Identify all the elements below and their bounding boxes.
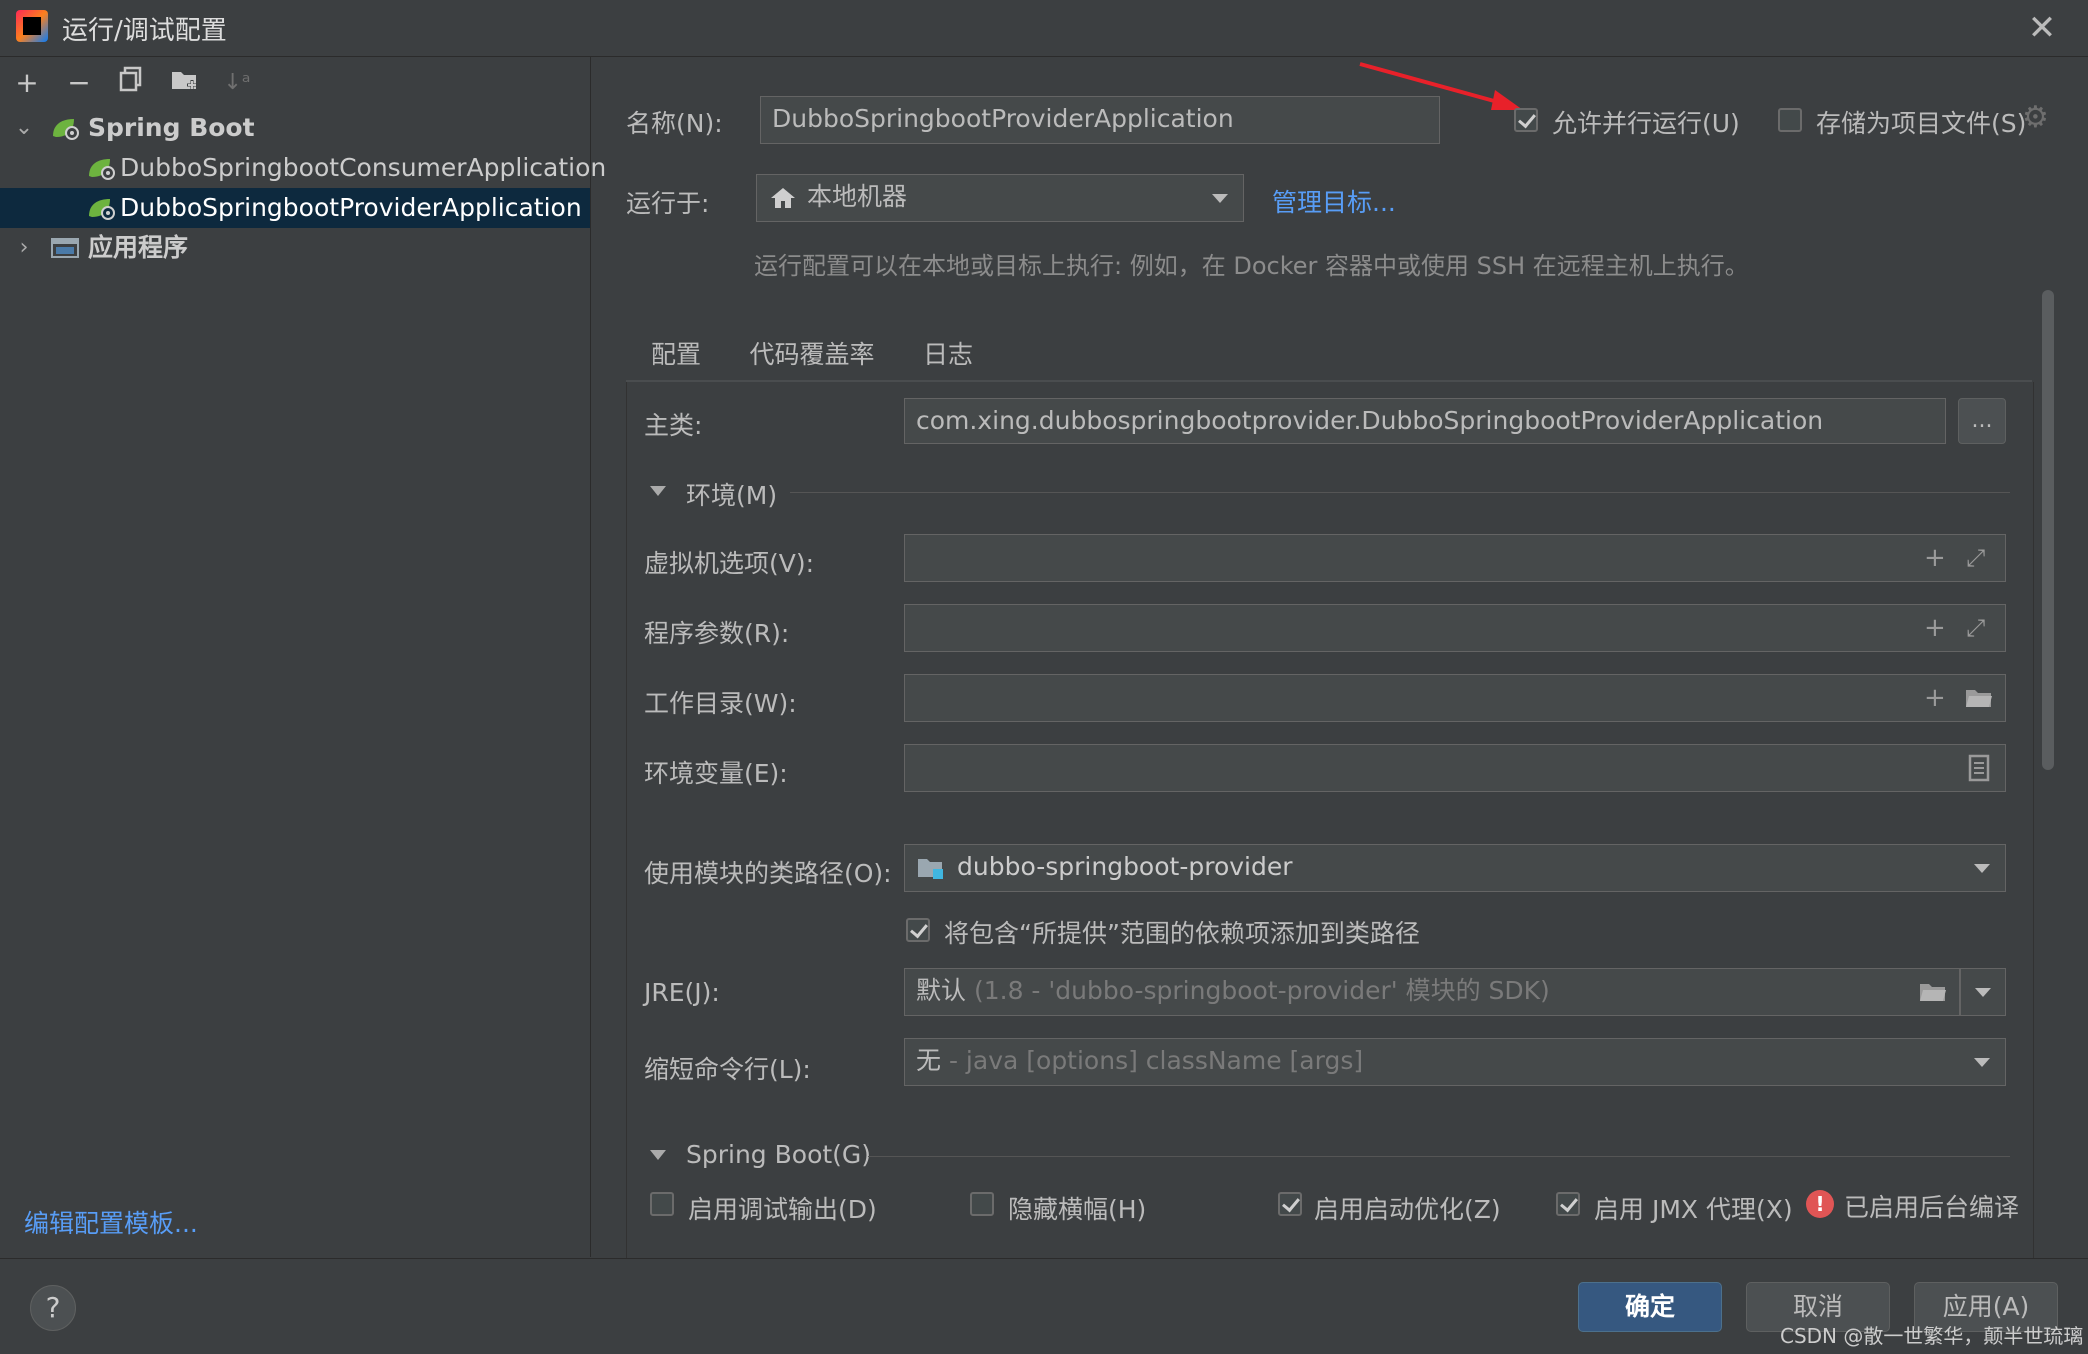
spring-boot-icon [53,119,79,140]
add-icon[interactable]: + [1924,606,1946,650]
title-bar [0,0,2088,57]
add-icon[interactable]: + [1924,676,1946,720]
shorten-dropdown[interactable]: 无 - java [options] className [args] [904,1038,2006,1086]
gear-icon[interactable]: ⚙ [2022,100,2049,135]
name-label: 名称(N): [626,109,723,138]
chevron-right-icon[interactable]: › [14,228,34,268]
chevron-down-icon [1212,194,1228,203]
section-divider [868,1156,2010,1157]
document-icon[interactable] [1968,754,1990,782]
help-button[interactable]: ? [30,1285,76,1331]
tree-group-label: 应用程序 [88,233,189,262]
include-provided-label: 将包含“所提供”范围的依赖项添加到类路径 [944,919,1420,948]
window-title: 运行/调试配置 [62,16,227,46]
expand-icon[interactable]: ⤢ [1966,536,1985,580]
main-class-label: 主类: [644,411,703,440]
allow-parallel-label: 允许并行运行(U) [1552,109,1740,138]
env-vars-label: 环境变量(E): [644,759,788,788]
spring-boot-run-icon [89,159,115,180]
module-folder-icon [918,859,943,879]
module-label: 使用模块的类路径(O): [644,859,892,888]
store-as-file-checkbox[interactable] [1778,108,1802,132]
spring-boot-run-icon [89,199,115,220]
scrollbar[interactable] [2042,290,2054,770]
working-dir-input[interactable] [904,674,2006,722]
sort-icon[interactable]: ↓ᵃ [218,64,256,102]
edit-templates-link[interactable]: 编辑配置模板... [24,1204,198,1240]
tab-logs[interactable]: 日志 [904,330,992,380]
shorten-label: 缩短命令行(L): [644,1055,811,1084]
vm-options-input[interactable] [904,534,2006,582]
hide-banner-checkbox[interactable] [970,1192,994,1216]
add-icon[interactable]: + [1924,536,1946,580]
main-class-input[interactable]: com.xing.dubbospringbootprovider.DubboSp… [904,398,1946,444]
tree-item-label: DubboSpringbootProviderApplication [120,193,582,222]
intellij-logo-icon [16,10,48,42]
tree-group-label: Spring Boot [88,113,255,142]
jre-label: JRE(J): [644,978,720,1007]
tree-toolbar: + − ↓ᵃ [0,60,590,106]
launch-optimization-checkbox[interactable] [1278,1192,1302,1216]
program-args-input[interactable] [904,604,2006,652]
chevron-down-icon [1974,1058,1990,1067]
debug-output-checkbox[interactable] [650,1192,674,1216]
shorten-detail: - java [options] className [args] [948,1046,1364,1075]
jre-default: 默认 [916,976,967,1005]
collapse-triangle-icon[interactable] [650,1150,666,1160]
annotation-arrow [1359,62,1523,110]
manage-targets-link[interactable]: 管理目标... [1272,183,1396,219]
tree-item-label: DubboSpringbootConsumerApplication [120,153,607,182]
tree-group-spring-boot[interactable]: ⌄ Spring Boot [0,108,590,148]
run-on-dropdown[interactable]: 本地机器 [756,174,1244,222]
new-folder-icon[interactable] [166,64,204,102]
name-input[interactable]: DubboSpringbootProviderApplication [760,96,1440,144]
program-args-label: 程序参数(R): [644,619,790,648]
env-vars-input[interactable] [904,744,2006,792]
include-provided-checkbox[interactable] [906,918,930,942]
tree-item-consumer[interactable]: DubboSpringbootConsumerApplication [0,148,606,188]
add-icon[interactable]: + [8,64,46,102]
background-compile-label: 已启用后台编译 [1844,1193,2020,1222]
error-icon: ! [1806,1190,1834,1218]
tree-group-application[interactable]: › 应用程序 [0,228,590,268]
chevron-down-icon [1975,988,1991,997]
application-icon [51,238,79,258]
working-dir-label: 工作目录(W): [644,689,797,718]
chevron-down-icon[interactable]: ⌄ [14,108,34,148]
env-section-title[interactable]: 环境(M) [686,476,777,512]
tree-item-provider[interactable]: DubboSpringbootProviderApplication [0,188,590,228]
jre-detail: (1.8 - 'dubbo-springboot-provider' 模块的 S… [973,976,1550,1005]
vm-options-label: 虚拟机选项(V): [644,549,815,578]
run-hint-text: 运行配置可以在本地或目标上执行: 例如，在 Docker 容器中或使用 SSH … [754,252,1749,280]
jmx-agent-checkbox[interactable] [1556,1192,1580,1216]
module-dropdown[interactable]: dubbo-springboot-provider [904,844,2006,892]
close-icon[interactable]: ✕ [2022,8,2062,48]
springboot-section-title[interactable]: Spring Boot(G) [686,1140,871,1169]
jmx-agent-label: 启用 JMX 代理(X) [1594,1195,1793,1224]
watermark-text: CSDN @散一世繁华，颠半世琉璃 [1780,1324,2084,1348]
launch-optimization-label: 启用启动优化(Z) [1314,1195,1501,1224]
remove-icon[interactable]: − [60,64,98,102]
run-on-label: 运行于: [626,189,710,218]
tab-config[interactable]: 配置 [626,330,726,384]
browse-button[interactable]: ... [1958,398,2006,444]
ok-button[interactable]: 确定 [1578,1282,1722,1332]
copy-icon[interactable] [112,64,150,102]
debug-output-label: 启用调试输出(D) [688,1195,877,1224]
tab-coverage[interactable]: 代码覆盖率 [744,330,880,380]
chevron-down-icon [1974,864,1990,873]
hide-banner-label: 隐藏横幅(H) [1008,1195,1147,1224]
store-as-file-label: 存储为项目文件(S) [1816,109,2027,138]
shorten-value: 无 [916,1046,942,1075]
allow-parallel-checkbox[interactable] [1514,108,1538,132]
jre-input[interactable]: 默认 (1.8 - 'dubbo-springboot-provider' 模块… [904,968,1960,1016]
folder-icon[interactable] [1918,980,1948,1004]
home-icon [771,188,795,208]
collapse-triangle-icon[interactable] [650,486,666,496]
expand-icon[interactable]: ⤢ [1966,606,1985,650]
folder-icon[interactable] [1964,686,1994,710]
config-panel [626,382,2034,1258]
section-divider [790,492,2010,493]
